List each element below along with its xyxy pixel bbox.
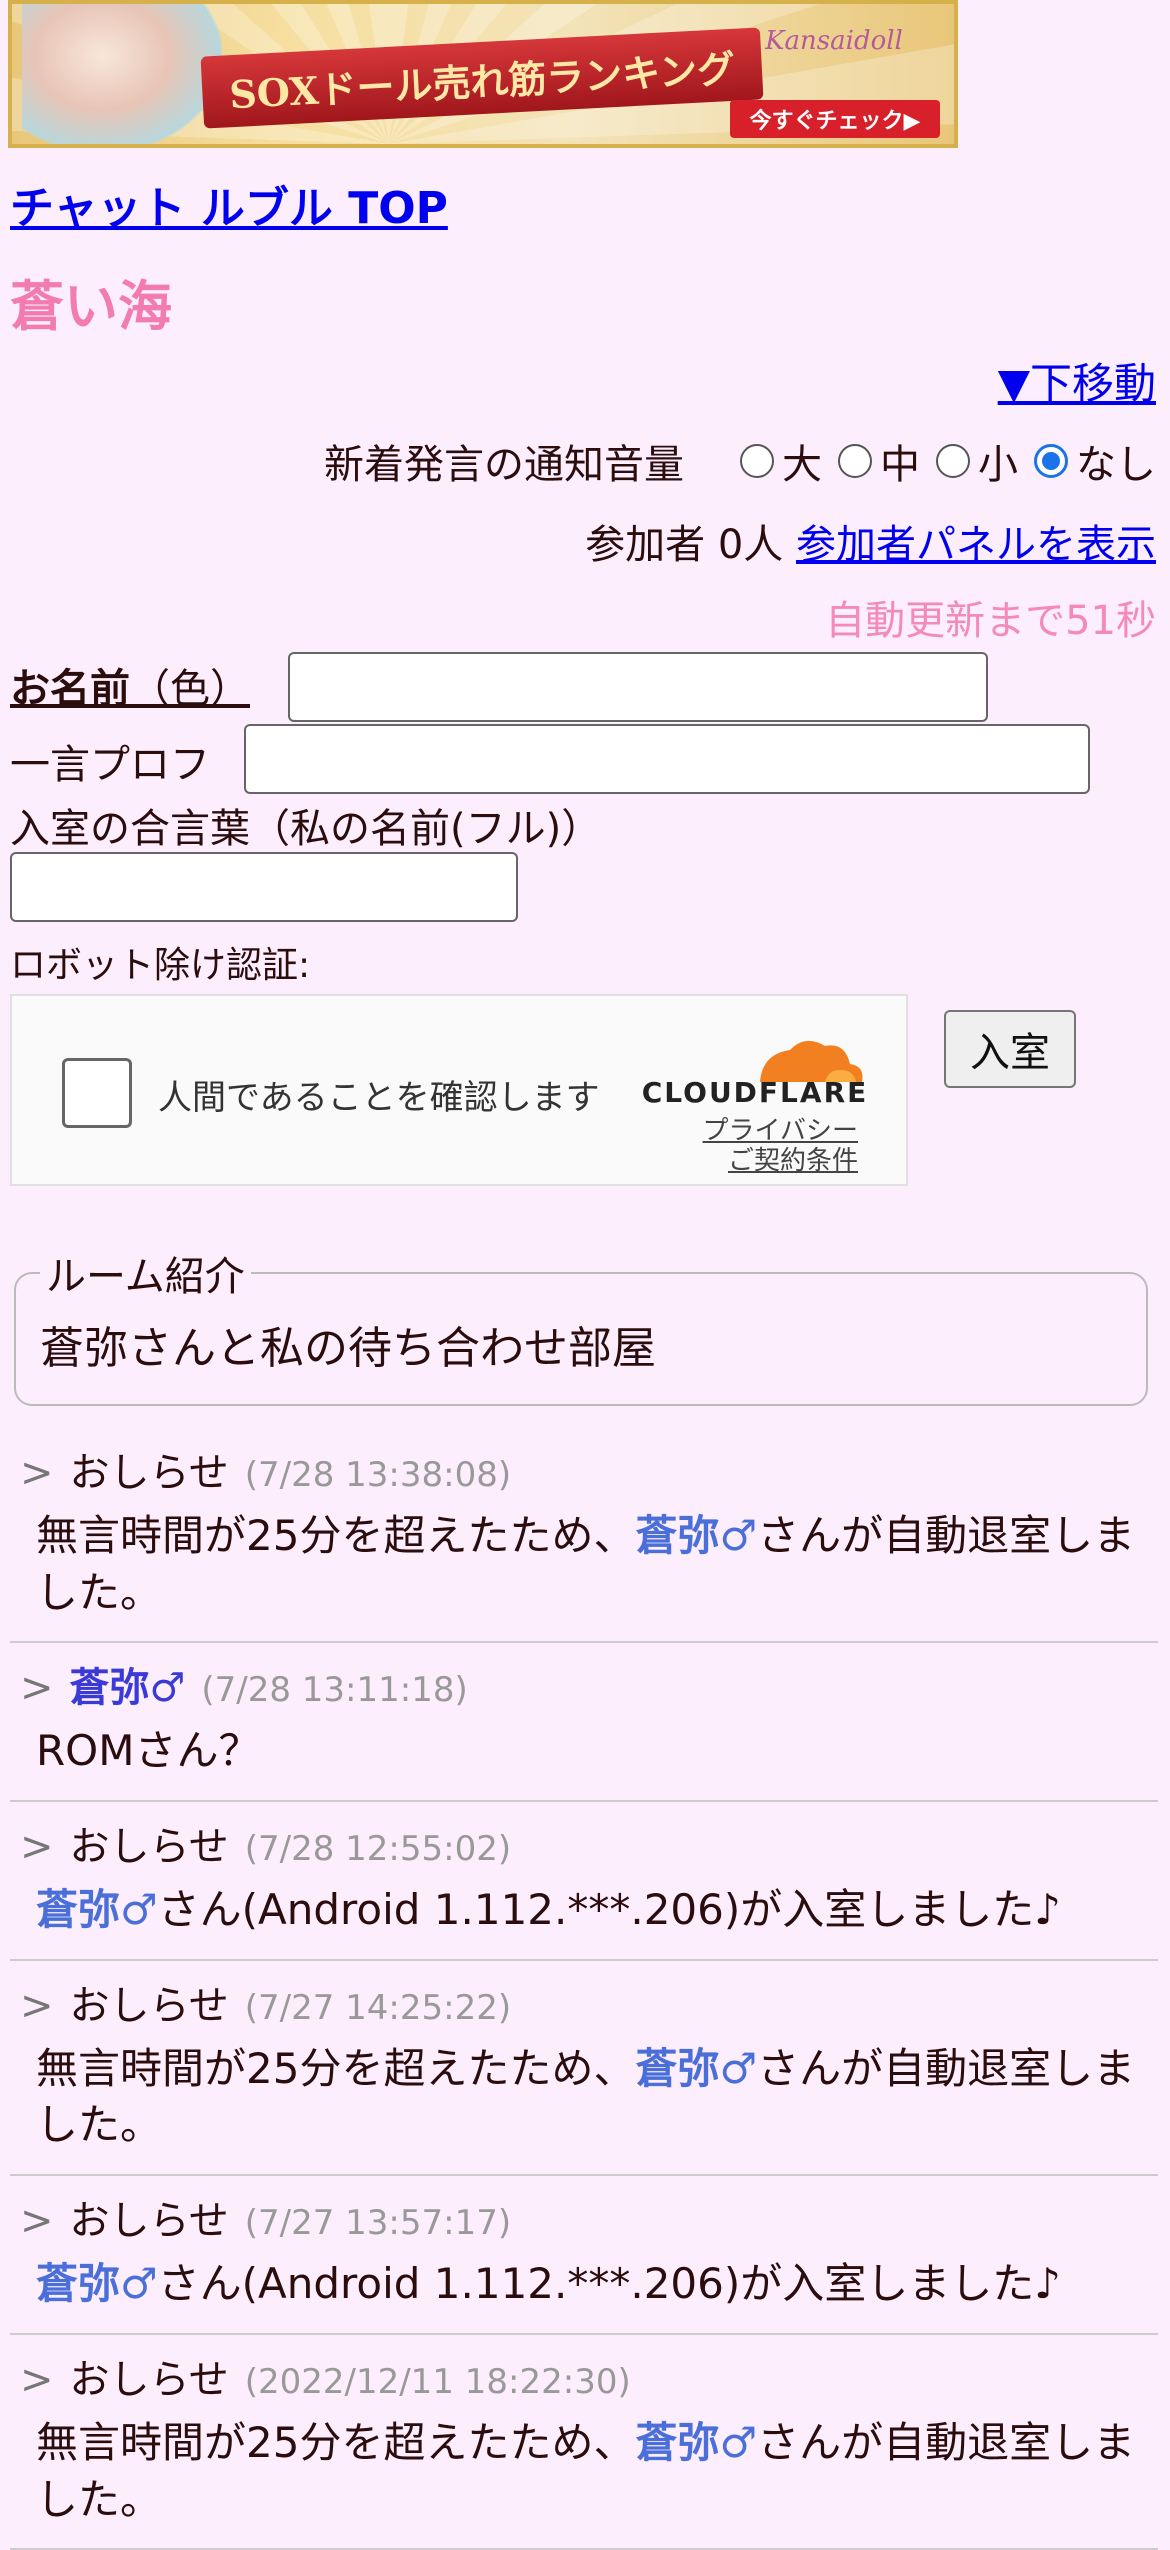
message-text-pre: 無言時間が25分を超えたため、	[36, 2417, 636, 2467]
message-arrow-icon: >	[20, 2198, 54, 2245]
banner-check-button[interactable]: 今すぐチェック▶	[730, 100, 940, 138]
chat-top-link[interactable]: チャット ルブル TOP	[10, 172, 448, 236]
move-down-link[interactable]: ▼下移動	[998, 350, 1156, 411]
room-intro-legend: ルーム紹介	[46, 1254, 245, 1300]
message-text-post: さん(Android 1.112.***.206)が入室しました♪	[157, 2259, 1062, 2309]
room-intro: ルーム紹介 蒼弥さんと私の待ち合わせ部屋	[14, 1244, 1148, 1406]
notify-radio-small[interactable]: 小	[936, 432, 1018, 490]
message-text: ROMさん？	[36, 1723, 1158, 1780]
participants-panel-link[interactable]: 参加者パネルを表示	[796, 522, 1156, 568]
banner-doll-image	[22, 4, 222, 144]
message-item: > おしらせ (7/27 14:25:22) 無言時間が25分を超えたため、蒼弥♂さん…	[10, 1961, 1158, 2177]
captcha-text: 人間であることを確認します	[158, 1078, 600, 1118]
auto-refresh-countdown: 自動更新まで51秒	[825, 598, 1156, 644]
message-item: > おしらせ (2022/12/11 18:22:30) 無言時間が25分を超えたため…	[10, 2335, 1158, 2550]
message-arrow-icon: >	[20, 1665, 54, 1712]
message-user-name: 蒼弥♂	[635, 2417, 758, 2467]
message-text: 無言時間が25分を超えたため、蒼弥♂さんが自動退室しました。	[36, 2041, 1158, 2154]
notify-volume-label: 新着発言の通知音量	[324, 442, 684, 488]
room-title: 蒼い海	[10, 275, 172, 338]
message-user-name: 蒼弥♂	[36, 1885, 158, 1935]
message-sender: おしらせ	[69, 1982, 229, 2029]
message-list: > おしらせ (7/28 13:38:08) 無言時間が25分を超えたため、蒼弥♂さん…	[10, 1428, 1158, 2550]
message-header: > おしらせ (7/28 12:55:02)	[10, 1814, 1158, 1872]
password-input[interactable]	[10, 852, 518, 922]
message-timestamp: (7/28 13:11:18)	[201, 1670, 468, 1711]
radio-circle[interactable]	[936, 444, 970, 478]
name-input[interactable]	[288, 652, 988, 722]
name-color-link[interactable]: （色）	[130, 666, 250, 712]
message-timestamp: (2022/12/11 18:22:30)	[244, 2361, 631, 2402]
message-text: 無言時間が25分を超えたため、蒼弥♂さんが自動退室しました。	[36, 1508, 1158, 1621]
captcha-checkbox[interactable]	[62, 1058, 132, 1128]
notify-volume-row: 新着発言の通知音量 大 中 小 なし	[324, 432, 1156, 490]
ad-banner[interactable]: SOXドール売れ筋ランキング Kansaidoll 今すぐチェック▶	[8, 0, 958, 148]
message-arrow-icon: >	[20, 1982, 54, 2029]
name-label[interactable]: お名前（色）	[10, 656, 250, 714]
message-timestamp: (7/28 13:38:08)	[244, 1455, 512, 1495]
message-sender: おしらせ	[69, 2198, 229, 2245]
message-item: > おしらせ (7/27 13:57:17) 蒼弥♂さん(Android 1.112.…	[10, 2176, 1158, 2335]
radio-circle-selected[interactable]	[1034, 444, 1068, 478]
message-timestamp: (7/27 14:25:22)	[244, 1987, 512, 2028]
message-timestamp: (7/27 13:57:17)	[244, 2203, 512, 2244]
message-sender: おしらせ	[69, 1450, 229, 1496]
message-item: > おしらせ (7/28 13:38:08) 無言時間が25分を超えたため、蒼弥♂さん…	[10, 1428, 1158, 1644]
message-user-name: 蒼弥♂	[635, 2043, 758, 2093]
message-text-pre: ROMさん？	[36, 1726, 261, 1776]
captcha-terms-link[interactable]: ご契約条件	[728, 1140, 858, 1177]
message-header: > 蒼弥♂ (7/28 13:11:18)	[10, 1655, 1158, 1713]
message-arrow-icon: >	[20, 1824, 54, 1871]
room-intro-body: 蒼弥さんと私の待ち合わせ部屋	[40, 1323, 656, 1374]
message-header: > おしらせ (7/27 13:57:17)	[10, 2188, 1158, 2246]
notify-radio-none[interactable]: なし	[1034, 432, 1156, 490]
radio-label: なし	[1076, 442, 1156, 488]
message-text-pre: 無言時間が25分を超えたため、	[36, 1511, 636, 1560]
radio-circle[interactable]	[838, 444, 872, 478]
participants-count: 参加者 0人	[585, 522, 784, 568]
password-label: 入室の合言葉（私の名前(フル)）	[10, 806, 602, 852]
message-header: > おしらせ (7/28 13:38:08)	[10, 1440, 1158, 1498]
message-timestamp: (7/28 12:55:02)	[244, 1829, 512, 1870]
participants-row: 参加者 0人 参加者パネルを表示	[585, 512, 1156, 570]
robot-check-label: ロボット除け認証:	[10, 945, 311, 986]
message-arrow-icon: >	[20, 1450, 54, 1496]
notify-radio-large[interactable]: 大	[740, 432, 822, 490]
message-header: > おしらせ (7/27 14:25:22)	[10, 1973, 1158, 2031]
message-sender: おしらせ	[69, 1824, 229, 1871]
name-label-text: お名前	[10, 666, 130, 712]
message-sender: 蒼弥♂	[69, 1665, 186, 1712]
profile-input[interactable]	[244, 724, 1090, 794]
message-text: 蒼弥♂さん(Android 1.112.***.206)が入室しました♪	[36, 2256, 1158, 2313]
message-text: 無言時間が25分を超えたため、蒼弥♂さんが自動退室しました。	[36, 2415, 1158, 2528]
captcha-widget: 人間であることを確認します CLOUDFLARE プライバシー ご契約条件	[10, 994, 908, 1186]
profile-label: 一言プロフ	[10, 742, 210, 788]
message-item: > おしらせ (7/28 12:55:02) 蒼弥♂さん(Android 1.112.…	[10, 1802, 1158, 1961]
message-arrow-icon: >	[20, 2356, 54, 2403]
radio-circle[interactable]	[740, 444, 774, 478]
message-item: > 蒼弥♂ (7/28 13:11:18) ROMさん？	[10, 1643, 1158, 1803]
message-text-pre: 無言時間が25分を超えたため、	[36, 2043, 636, 2093]
message-header: > おしらせ (2022/12/11 18:22:30)	[10, 2347, 1158, 2405]
enter-room-button[interactable]: 入室	[944, 1010, 1076, 1088]
radio-label: 大	[782, 442, 822, 488]
message-text-post: さん(Android 1.112.***.206)が入室しました♪	[157, 1885, 1062, 1935]
radio-label: 中	[880, 442, 920, 488]
message-user-name: 蒼弥♂	[635, 1511, 758, 1560]
radio-label: 小	[978, 442, 1018, 488]
notify-radio-medium[interactable]: 中	[838, 432, 920, 490]
banner-brand-logo: Kansaidoll	[765, 26, 903, 56]
message-sender: おしらせ	[69, 2356, 229, 2403]
message-user-name: 蒼弥♂	[36, 2259, 158, 2309]
message-text: 蒼弥♂さん(Android 1.112.***.206)が入室しました♪	[36, 1882, 1158, 1939]
cloudflare-wordmark: CLOUDFLARE	[641, 1076, 869, 1109]
